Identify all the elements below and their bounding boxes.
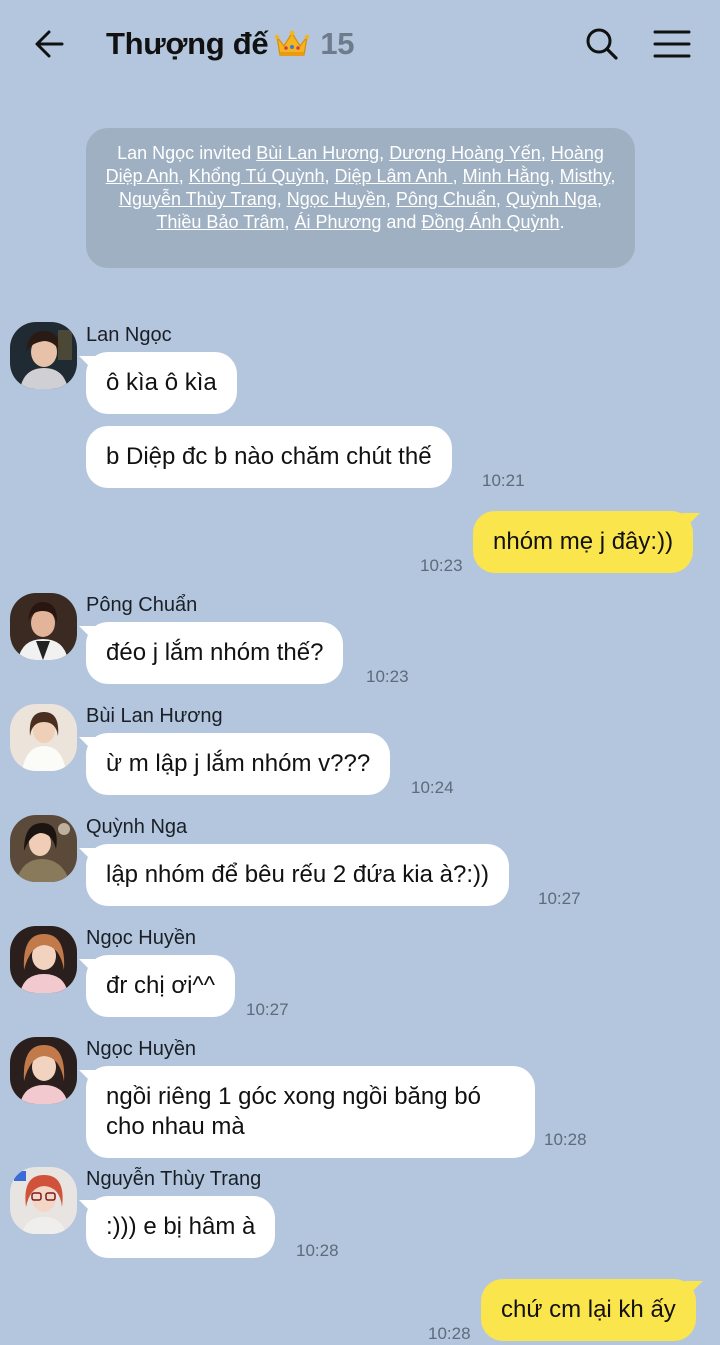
message-bubble[interactable]: b Diệp đc b nào chăm chút thế bbox=[86, 426, 452, 488]
avatar[interactable] bbox=[10, 322, 77, 389]
message-bubble[interactable]: ngồi riêng 1 góc xong ngồi băng bó cho n… bbox=[86, 1066, 535, 1158]
invitee-link[interactable]: Quỳnh Nga bbox=[506, 189, 597, 209]
sender-name: Lan Ngọc bbox=[86, 324, 172, 346]
message-time: 10:28 bbox=[544, 1130, 587, 1149]
message-bubble[interactable]: lập nhóm để bêu rếu 2 đứa kia à?:)) bbox=[86, 844, 509, 906]
invitee-link[interactable]: Misthy bbox=[560, 166, 611, 186]
sender-name: Bùi Lan Hương bbox=[86, 705, 223, 727]
inviter-name: Lan Ngọc bbox=[117, 143, 195, 163]
sender-name: Nguyễn Thùy Trang bbox=[86, 1168, 262, 1190]
message-bubble[interactable]: ừ m lập j lắm nhóm v??? bbox=[86, 733, 391, 795]
invite-conjunction: and bbox=[386, 212, 417, 232]
system-invite-message: Lan Ngọc invited Bùi Lan Hương, Dương Ho… bbox=[86, 128, 635, 268]
chat-header: Thượng đế 15 bbox=[0, 0, 720, 88]
invitee-link[interactable]: Ái Phương bbox=[294, 212, 381, 232]
invitee-link[interactable]: Minh Hằng bbox=[463, 166, 550, 186]
invitee-link[interactable]: Khổng Tú Quỳnh bbox=[189, 166, 325, 186]
avatar[interactable] bbox=[10, 704, 77, 771]
message-time: 10:23 bbox=[420, 556, 463, 575]
message-bubble[interactable]: ô kìa ô kìa bbox=[86, 352, 237, 414]
sender-name: Ngọc Huyền bbox=[86, 927, 197, 949]
message-time: 10:27 bbox=[246, 1000, 289, 1019]
avatar[interactable] bbox=[10, 815, 77, 882]
avatar[interactable] bbox=[10, 593, 77, 660]
avatar[interactable] bbox=[10, 1167, 77, 1234]
invitee-link[interactable]: Nguyễn Thùy Trang bbox=[119, 189, 277, 209]
message-bubble-outgoing[interactable]: chứ cm lại kh ấy bbox=[481, 1279, 696, 1341]
chat-title[interactable]: Thượng đế 15 bbox=[106, 24, 355, 64]
invitee-link[interactable]: Diệp Lâm Anh bbox=[335, 166, 453, 186]
sender-name: Ngọc Huyền bbox=[86, 1038, 197, 1060]
crown-emoji-icon bbox=[274, 29, 310, 59]
chat-name: Thượng đế bbox=[106, 26, 269, 61]
invitee-link[interactable]: Pông Chuẩn bbox=[396, 189, 496, 209]
invitee-link[interactable]: Bùi Lan Hương bbox=[256, 143, 379, 163]
avatar[interactable] bbox=[10, 926, 77, 993]
message-time: 10:28 bbox=[428, 1324, 471, 1343]
message-bubble[interactable]: đr chị ơi^^ bbox=[86, 955, 235, 1017]
message-time: 10:27 bbox=[538, 889, 581, 908]
message-time: 10:28 bbox=[296, 1241, 339, 1260]
avatar[interactable] bbox=[10, 1037, 77, 1104]
message-bubble-outgoing[interactable]: nhóm mẹ j đây:)) bbox=[473, 511, 694, 573]
message-time: 10:24 bbox=[411, 778, 454, 797]
back-arrow-icon[interactable] bbox=[30, 24, 70, 64]
member-count: 15 bbox=[320, 26, 355, 61]
sender-name: Pông Chuẩn bbox=[86, 594, 198, 616]
invitee-link[interactable]: Thiều Bảo Trâm bbox=[156, 212, 284, 232]
invitee-link[interactable]: Ngọc Huyền bbox=[287, 189, 386, 209]
search-icon[interactable] bbox=[582, 24, 622, 64]
message-bubble[interactable]: :))) e bị hâm à bbox=[86, 1196, 276, 1258]
invitee-link[interactable]: Dương Hoàng Yến bbox=[389, 143, 541, 163]
sender-name: Quỳnh Nga bbox=[86, 816, 188, 838]
menu-icon[interactable] bbox=[652, 24, 692, 64]
invitee-link[interactable]: Đồng Ánh Quỳnh bbox=[421, 212, 559, 232]
message-time: 10:23 bbox=[366, 667, 409, 686]
invite-verb: invited bbox=[199, 143, 252, 163]
message-time: 10:21 bbox=[482, 471, 525, 490]
message-bubble[interactable]: đéo j lắm nhóm thế? bbox=[86, 622, 344, 684]
